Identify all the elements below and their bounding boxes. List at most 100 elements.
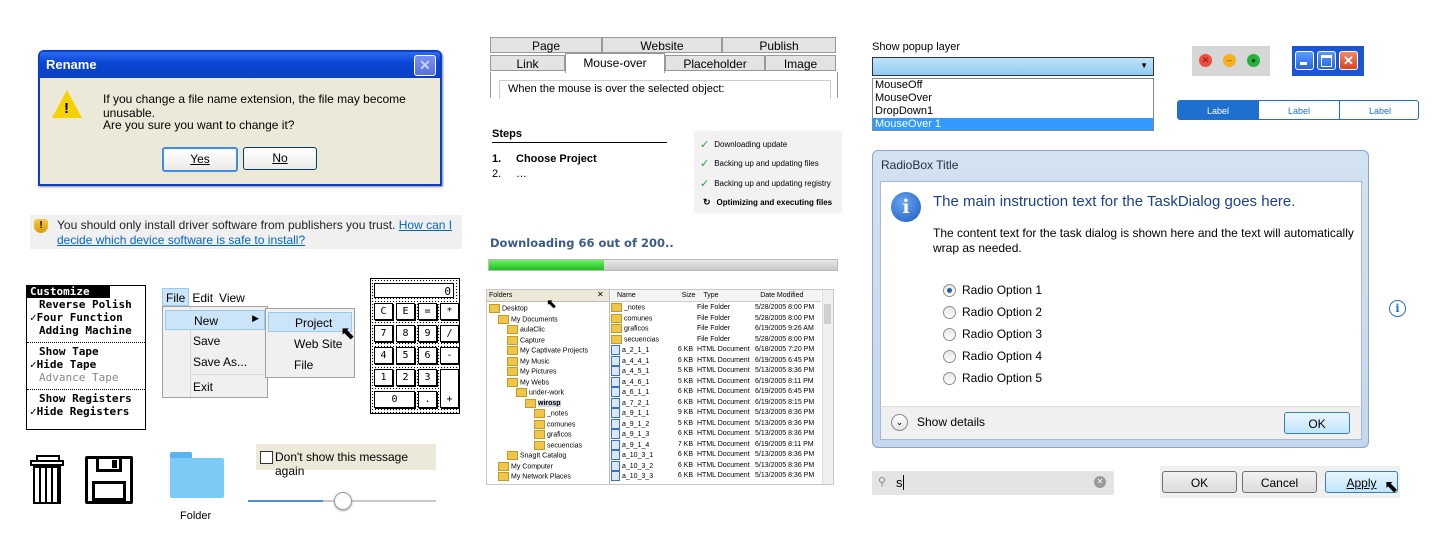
tab-page[interactable]: Page (490, 37, 602, 53)
menu-file[interactable]: File (162, 288, 190, 306)
chevron-down-icon[interactable]: ⌄ (891, 414, 908, 431)
menu-item-hide-registers[interactable]: ✓Hide Registers (30, 405, 145, 418)
tree-item[interactable]: My Captivate Projects (489, 346, 607, 357)
close-icon[interactable]: ✕ (1339, 51, 1358, 70)
file-row[interactable]: a_10_3_1 6 KB HTML Document 5/13/2005 8:36 … (611, 450, 821, 461)
calculator-key[interactable]: 5 (396, 347, 415, 364)
tree-item[interactable]: secuencias (489, 440, 607, 452)
tab-link[interactable]: Link (490, 55, 565, 71)
explorer-scrollbar[interactable] (822, 290, 833, 484)
column-name[interactable]: Name (611, 290, 682, 301)
info-icon[interactable]: i (1389, 300, 1406, 317)
zoom-icon[interactable]: ● (1247, 54, 1260, 67)
submenu-item-file[interactable]: File (294, 358, 313, 372)
file-row[interactable]: graficos File Folder 6/19/2005 9:26 AM (611, 324, 821, 335)
maximize-icon[interactable] (1317, 51, 1336, 70)
file-row[interactable]: a_2_1_1 6 KB HTML Document 6/18/2005 7:20 P… (611, 345, 821, 356)
close-icon[interactable]: ✕ (597, 290, 604, 299)
menu-item-hide-tape[interactable]: ✓Hide Tape (30, 358, 145, 371)
clear-icon[interactable]: ✕ (1094, 476, 1106, 488)
menu-edit[interactable]: Edit (189, 288, 216, 306)
tree-item[interactable]: My Webs (489, 377, 607, 389)
file-row[interactable]: a_4_5_1 5 KB HTML Document 5/13/2005 8:36 P… (611, 366, 821, 377)
tree-item[interactable]: Capture (489, 335, 607, 347)
column-type[interactable]: Type (701, 290, 760, 301)
calculator-key[interactable]: 0 (374, 391, 415, 408)
tree-item[interactable]: wirosp (489, 398, 607, 410)
radio-option-2[interactable]: Radio Option 2 (943, 301, 1042, 323)
slider-thumb[interactable] (334, 492, 353, 510)
tree-item[interactable]: under-work (489, 388, 607, 399)
file-row[interactable]: _notes File Folder 5/28/2005 8:00 PM (611, 303, 821, 314)
menu-item-save[interactable]: Save (193, 334, 220, 348)
tree-item[interactable]: comunes (489, 419, 607, 431)
tab-placeholder[interactable]: Placeholder (665, 55, 765, 71)
calculator-key[interactable]: C (374, 303, 393, 320)
yes-button[interactable]: Yes (162, 147, 238, 172)
menu-item-exit[interactable]: Exit (193, 380, 213, 394)
calculator-key[interactable]: 4 (374, 347, 393, 364)
file-row[interactable]: a_6_1_1 6 KB HTML Document 6/19/2005 6:45 P… (611, 387, 821, 398)
tree-item[interactable]: My Network Places (489, 472, 607, 483)
segment-2[interactable]: Label (1258, 101, 1339, 119)
tab-publish[interactable]: Publish (722, 37, 836, 53)
menu-item-show-tape[interactable]: Show Tape (30, 345, 145, 358)
close-icon[interactable]: ✕ (1199, 54, 1212, 67)
search-input[interactable]: s (896, 475, 903, 490)
minimize-icon[interactable]: – (1223, 54, 1236, 67)
pane-splitter[interactable] (609, 290, 610, 484)
option-mouseoff[interactable]: MouseOff (873, 79, 1153, 92)
radio-option-1[interactable]: Radio Option 1 (943, 279, 1042, 301)
file-row[interactable]: a_10_3_3 6 KB HTML Document 5/13/2005 8:36 … (611, 471, 821, 482)
file-row[interactable]: a_9_1_2 5 KB HTML Document 5/13/2005 8:36 P… (611, 418, 821, 430)
file-row[interactable]: a_4_6_1 5 KB HTML Document 6/19/2005 8:11 P… (611, 376, 821, 388)
tree-item[interactable]: aulaClic (489, 325, 607, 336)
file-row[interactable]: a_7_2_1 6 KB HTML Document 6/19/2005 8:15 P… (611, 397, 821, 409)
calculator-key[interactable]: 3 (418, 369, 437, 386)
popup-layer-select[interactable]: ▼ (872, 57, 1154, 76)
menu-item-save-as[interactable]: Save As... (193, 355, 247, 369)
radio-option-5[interactable]: Radio Option 5 (943, 367, 1042, 389)
calculator-key[interactable]: 8 (396, 325, 415, 342)
tree-item[interactable]: My Documents (489, 314, 607, 326)
file-row[interactable]: a_4_4_1 6 KB HTML Document 6/19/2005 6:45 P… (611, 355, 821, 367)
calculator-key[interactable]: = (418, 303, 437, 320)
tab-image[interactable]: Image (765, 55, 836, 71)
option-mouseover[interactable]: MouseOver (873, 92, 1153, 105)
segment-3[interactable]: Label (1339, 101, 1418, 119)
column-size[interactable]: Size (682, 290, 702, 301)
calculator-key[interactable]: . (418, 391, 437, 408)
minimize-icon[interactable] (1295, 51, 1314, 70)
calculator-key[interactable]: 7 (374, 325, 393, 342)
task-dialog-ok-button[interactable]: OK (1284, 412, 1350, 434)
menu-item-new[interactable]: New ▶ (165, 310, 265, 330)
file-row[interactable]: a_9_1_4 7 KB HTML Document 6/19/2005 8:11 P… (611, 439, 821, 451)
ok-button[interactable]: OK (1162, 471, 1237, 493)
calculator-key[interactable]: 9 (418, 325, 437, 342)
tab-website[interactable]: Website (602, 37, 722, 53)
calculator-key[interactable]: * (440, 303, 459, 320)
calculator-key[interactable]: 6 (418, 347, 437, 364)
calculator-key[interactable]: / (440, 325, 459, 342)
tree-item[interactable]: My Computer (489, 461, 607, 473)
segment-1[interactable]: Label (1178, 101, 1258, 119)
tree-item[interactable]: graficos (489, 430, 607, 441)
column-date[interactable]: Date Modified (760, 290, 821, 301)
trash-icon[interactable] (30, 455, 66, 505)
menu-view[interactable]: View (216, 288, 248, 306)
tree-item[interactable]: My Music (489, 356, 607, 368)
menu-item-show-registers[interactable]: Show Registers (30, 392, 145, 405)
radio-option-3[interactable]: Radio Option 3 (943, 323, 1042, 345)
calculator-key[interactable]: - (440, 347, 459, 364)
calculator-key[interactable]: 1 (374, 369, 393, 386)
tree-item[interactable]: My Pictures (489, 367, 607, 378)
floppy-disk-icon[interactable] (85, 456, 133, 504)
show-details-label[interactable]: Show details (917, 415, 985, 429)
calculator-key[interactable]: E (396, 303, 415, 320)
menu-item-reverse-polish[interactable]: Reverse Polish (30, 298, 145, 311)
menu-item-four-function[interactable]: ✓Four Function (30, 311, 145, 324)
folder-icon[interactable] (170, 452, 224, 498)
option-dropdown1[interactable]: DropDown1 (873, 105, 1153, 118)
search-box[interactable]: ⚲ s ✕ (872, 471, 1114, 495)
file-row[interactable]: a_9_1_1 9 KB HTML Document 5/13/2005 8:36 P… (611, 408, 821, 419)
